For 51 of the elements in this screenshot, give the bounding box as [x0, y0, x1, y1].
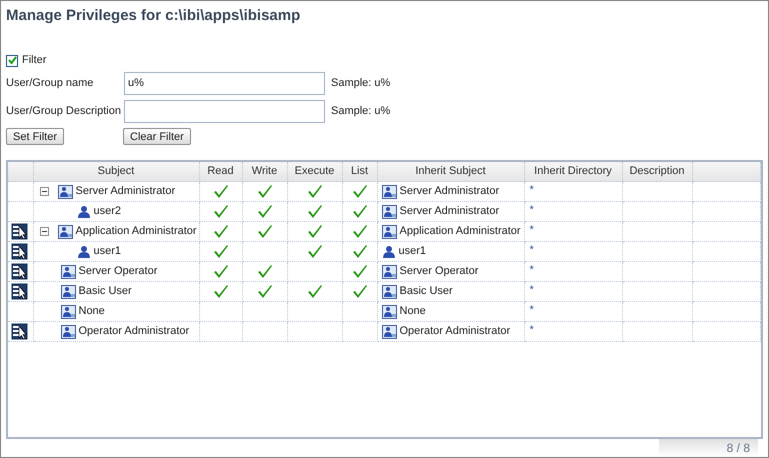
column-header[interactable]: Subject — [33, 162, 199, 182]
subject-name[interactable]: Server Administrator — [76, 183, 176, 200]
inherit-directory: * — [528, 204, 534, 216]
inherit-subject: Application Administrator — [400, 224, 521, 240]
edit-row-icon[interactable] — [11, 223, 28, 240]
sample-hint: Sample: u% — [331, 76, 390, 91]
column-header[interactable]: Inherit Subject — [377, 162, 524, 182]
inherit-subject: user1 — [398, 244, 426, 260]
filter-label: Filter — [22, 53, 46, 68]
subject-name[interactable]: Basic User — [78, 283, 132, 300]
inherit-subject: Server Administrator — [400, 184, 500, 200]
inherit-directory: * — [528, 244, 534, 256]
column-header[interactable]: Inherit Directory — [524, 162, 622, 182]
column-header[interactable]: Execute — [287, 162, 342, 182]
filter-button[interactable]: Set Filter — [6, 128, 64, 144]
inherit-subject: None — [400, 304, 426, 320]
page-title: Manage Privileges for c:\ibi\apps\ibisamp — [5, 6, 302, 26]
collapse-toggle[interactable] — [40, 227, 48, 236]
field-label: User/Group name — [6, 76, 94, 91]
text-field[interactable] — [124, 100, 325, 122]
edit-row-icon[interactable] — [11, 263, 28, 280]
inherit-subject: Operator Administrator — [400, 324, 510, 340]
subject-name[interactable]: Server Operator — [78, 263, 158, 280]
column-header[interactable]: Description — [622, 162, 692, 182]
inherit-directory: * — [528, 304, 534, 316]
inherit-directory: * — [528, 184, 534, 196]
edit-row-icon[interactable] — [11, 243, 28, 260]
inherit-directory: * — [528, 284, 534, 296]
filter-checkbox[interactable] — [6, 54, 18, 66]
column-header[interactable]: List — [342, 162, 377, 182]
subject-name[interactable]: Application Administrator — [76, 223, 197, 240]
sample-hint: Sample: u% — [331, 104, 390, 119]
subject-name[interactable]: None — [78, 303, 105, 320]
page-counter: 8 / 8 — [659, 439, 758, 457]
inherit-subject: Basic User — [400, 284, 453, 300]
edit-row-icon[interactable] — [11, 283, 28, 300]
filter-button[interactable]: Clear Filter — [123, 128, 191, 144]
inherit-subject: Server Operator — [400, 264, 478, 280]
column-header[interactable]: Write — [242, 162, 287, 182]
text-field[interactable]: u% — [124, 72, 325, 94]
collapse-toggle[interactable] — [40, 187, 48, 196]
inherit-directory: * — [528, 324, 534, 336]
inherit-subject: Server Administrator — [400, 204, 500, 220]
inherit-directory: * — [528, 264, 534, 276]
edit-row-icon[interactable] — [11, 323, 28, 340]
subject-name[interactable]: user2 — [94, 203, 122, 220]
subject-name[interactable]: user1 — [94, 243, 122, 260]
inherit-directory: * — [528, 224, 534, 236]
column-header[interactable]: Read — [199, 162, 242, 182]
field-label: User/Group Description — [6, 104, 122, 119]
subject-name[interactable]: Operator Administrator — [78, 323, 190, 340]
